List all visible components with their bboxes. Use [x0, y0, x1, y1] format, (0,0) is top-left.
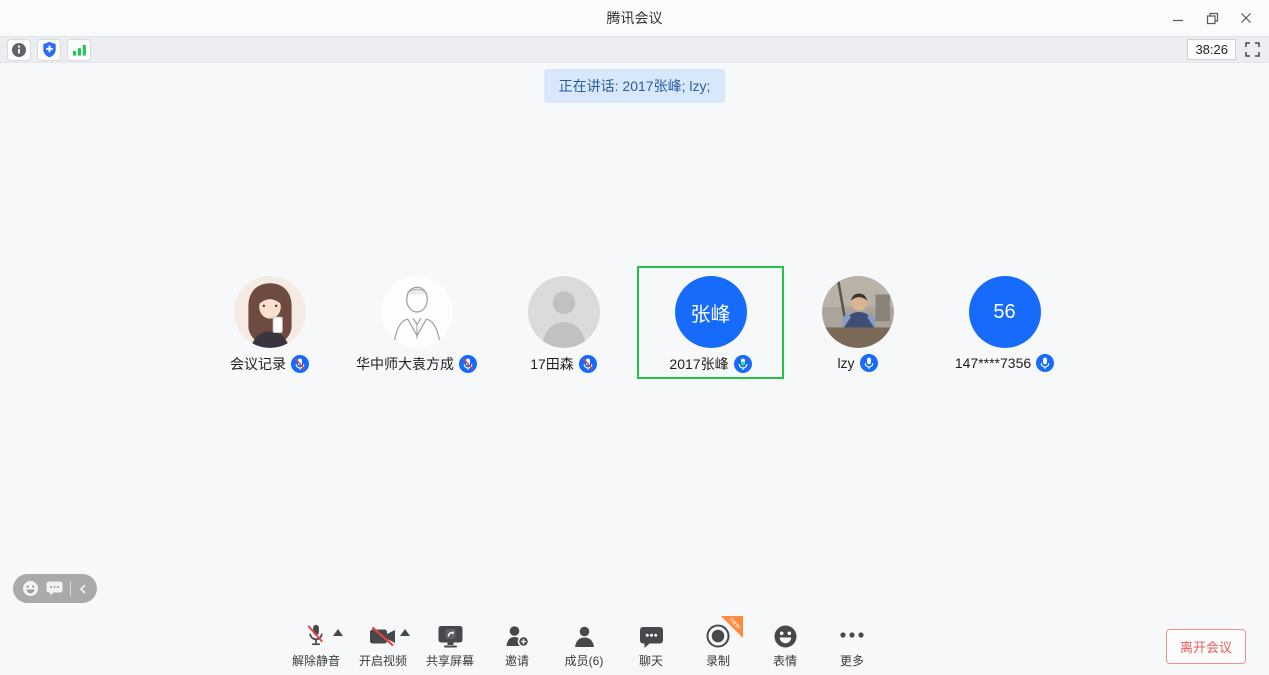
- fullscreen-button[interactable]: [1245, 42, 1260, 57]
- participant-name: lzy: [837, 355, 854, 371]
- avatar: [234, 276, 306, 348]
- new-badge: new: [716, 616, 743, 643]
- share-screen-button[interactable]: 共享屏幕: [420, 621, 480, 669]
- top-toolbar: 38:26: [0, 36, 1269, 63]
- members-button[interactable]: 成员(6): [554, 621, 614, 669]
- reactions-button[interactable]: 表情: [755, 621, 815, 669]
- invite-button[interactable]: 邀请: [487, 621, 547, 669]
- close-button[interactable]: [1229, 0, 1263, 36]
- mic-options-chevron-up-icon[interactable]: [333, 629, 343, 636]
- meeting-info-icon: [11, 42, 27, 58]
- mic-on-icon: [860, 354, 878, 372]
- avatar: 56: [969, 276, 1041, 348]
- members-icon: [572, 625, 597, 649]
- chevron-left-icon: [78, 583, 88, 595]
- quick-emoji-button[interactable]: [22, 580, 39, 597]
- mic-muted-icon: [303, 622, 329, 649]
- more-button[interactable]: 更多: [822, 621, 882, 669]
- chat-bubble-icon: [46, 581, 63, 596]
- participant-name: 华中师大袁方成: [356, 354, 454, 374]
- video-options-chevron-up-icon[interactable]: [400, 629, 410, 636]
- emoji-icon: [773, 624, 798, 649]
- avatar: [381, 276, 453, 348]
- chat-button[interactable]: 聊天: [621, 621, 681, 669]
- divider: [70, 581, 71, 596]
- meeting-timer: 38:26: [1187, 39, 1236, 60]
- minimize-button[interactable]: [1161, 0, 1195, 36]
- invite-icon: [504, 624, 530, 649]
- leave-meeting-button[interactable]: 离开会议: [1166, 629, 1246, 664]
- more-dots-icon: [839, 631, 865, 639]
- participant-name: 2017张峰: [669, 354, 728, 374]
- unmute-button[interactable]: 解除静音: [286, 621, 346, 669]
- restore-icon: [1206, 12, 1219, 25]
- start-video-button[interactable]: 开启视频: [353, 621, 413, 669]
- emoji-icon: [22, 580, 39, 597]
- close-icon: [1240, 12, 1252, 24]
- participant-tile-4-active-speaker[interactable]: 张峰 2017张峰: [637, 266, 784, 379]
- camera-off-icon: [369, 625, 397, 649]
- mic-speaking-icon: [734, 355, 752, 373]
- quick-chat-button[interactable]: [46, 581, 63, 596]
- participant-tile-6[interactable]: 56 147****7356: [931, 266, 1078, 379]
- record-button[interactable]: new 录制: [688, 621, 748, 669]
- mic-muted-icon: [459, 355, 477, 373]
- meeting-window: 腾讯会议 38:26: [0, 0, 1269, 675]
- participant-tile-3[interactable]: 17田森: [490, 266, 637, 379]
- network-quality-button[interactable]: [67, 39, 91, 61]
- participant-name: 会议记录: [230, 354, 286, 374]
- mic-muted-icon: [579, 355, 597, 373]
- avatar: [528, 276, 600, 348]
- bottom-toolbar: 解除静音 开启视频 共享屏幕 邀请: [0, 617, 1269, 675]
- security-shield-icon: [42, 41, 57, 58]
- fullscreen-icon: [1245, 42, 1260, 57]
- security-button[interactable]: [37, 39, 61, 61]
- participant-tile-2[interactable]: 华中师大袁方成: [343, 266, 490, 379]
- share-screen-icon: [437, 625, 464, 649]
- network-signal-icon: [72, 43, 87, 57]
- quick-reaction-bar: [13, 574, 97, 603]
- mic-on-icon: [1036, 354, 1054, 372]
- speaking-banner: 正在讲话: 2017张峰; lzy;: [544, 69, 726, 103]
- participant-tile-1[interactable]: 会议记录: [196, 266, 343, 379]
- participant-name: 147****7356: [955, 355, 1031, 371]
- meeting-info-button[interactable]: [7, 39, 31, 61]
- titlebar: 腾讯会议: [0, 0, 1269, 36]
- minimize-icon: [1172, 12, 1184, 24]
- participant-tile-5[interactable]: lzy: [784, 266, 931, 379]
- window-title: 腾讯会议: [607, 8, 663, 28]
- restore-button[interactable]: [1195, 0, 1229, 36]
- collapse-pill-button[interactable]: [78, 583, 88, 595]
- avatar: [822, 276, 894, 348]
- participant-name: 17田森: [530, 354, 574, 374]
- participants-row: 会议记录: [196, 266, 1078, 379]
- avatar: 张峰: [675, 276, 747, 348]
- chat-icon: [639, 626, 664, 649]
- mic-muted-icon: [291, 355, 309, 373]
